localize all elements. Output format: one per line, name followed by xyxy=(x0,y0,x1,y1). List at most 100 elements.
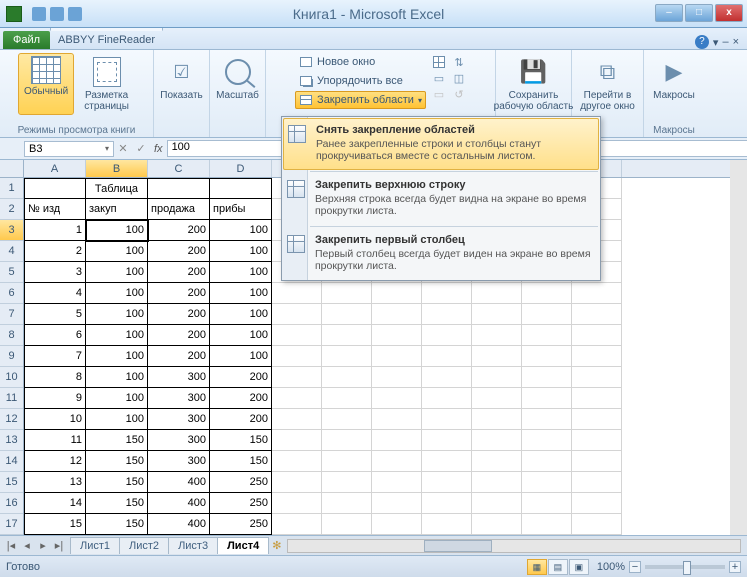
cell-A6[interactable]: 4 xyxy=(24,283,86,304)
cell-F10[interactable] xyxy=(322,367,372,388)
switch-windows-button[interactable]: ⧉ Перейти в другое окно xyxy=(574,53,641,115)
cell-I15[interactable] xyxy=(472,472,522,493)
cell-J14[interactable] xyxy=(522,451,572,472)
cell-K13[interactable] xyxy=(572,430,622,451)
cell-D8[interactable]: 100 xyxy=(210,325,272,346)
help-icon[interactable]: ? xyxy=(695,35,709,49)
save-workspace-button[interactable]: 💾 Сохранить рабочую область xyxy=(488,53,580,115)
cell-C4[interactable]: 200 xyxy=(148,241,210,262)
split-icon[interactable] xyxy=(433,56,445,68)
row-header-14[interactable]: 14 xyxy=(0,451,23,472)
col-header-C[interactable]: C xyxy=(148,160,210,177)
cell-E11[interactable] xyxy=(272,388,322,409)
cell-F8[interactable] xyxy=(322,325,372,346)
new-sheet-icon[interactable]: ✻ xyxy=(272,539,281,552)
cell-D5[interactable]: 100 xyxy=(210,262,272,283)
sheet-tab-1[interactable]: Лист2 xyxy=(119,537,169,554)
cell-E6[interactable] xyxy=(272,283,322,304)
cell-B10[interactable]: 100 xyxy=(86,367,148,388)
cell-I16[interactable] xyxy=(472,493,522,514)
cell-E7[interactable] xyxy=(272,304,322,325)
cell-J16[interactable] xyxy=(522,493,572,514)
new-window-button[interactable]: Новое окно xyxy=(295,53,426,71)
cell-D4[interactable]: 100 xyxy=(210,241,272,262)
qat-redo-icon[interactable] xyxy=(68,7,82,21)
cell-H12[interactable] xyxy=(422,409,472,430)
hide-icon[interactable]: ▭ xyxy=(432,71,446,85)
cell-E17[interactable] xyxy=(272,514,322,535)
zoom-slider[interactable] xyxy=(645,565,725,569)
col-header-A[interactable]: A xyxy=(24,160,86,177)
cell-I9[interactable] xyxy=(472,346,522,367)
cell-D17[interactable]: 250 xyxy=(210,514,272,535)
sheet-tab-2[interactable]: Лист3 xyxy=(168,537,218,554)
cell-B1[interactable]: Таблица xyxy=(86,178,148,199)
cell-B16[interactable]: 150 xyxy=(86,493,148,514)
sheet-nav-last-icon[interactable]: ▸| xyxy=(52,539,66,552)
zoom-button[interactable]: Масштаб xyxy=(210,53,265,104)
cell-K6[interactable] xyxy=(572,283,622,304)
cell-C16[interactable]: 400 xyxy=(148,493,210,514)
cell-E14[interactable] xyxy=(272,451,322,472)
cell-J17[interactable] xyxy=(522,514,572,535)
row-header-11[interactable]: 11 xyxy=(0,388,23,409)
cell-K11[interactable] xyxy=(572,388,622,409)
cell-K16[interactable] xyxy=(572,493,622,514)
arrange-all-button[interactable]: Упорядочить все xyxy=(295,72,426,90)
cell-J8[interactable] xyxy=(522,325,572,346)
cell-A9[interactable]: 7 xyxy=(24,346,86,367)
cell-B5[interactable]: 100 xyxy=(86,262,148,283)
cell-J6[interactable] xyxy=(522,283,572,304)
view-normal-button[interactable]: Обычный xyxy=(18,53,74,115)
cell-E12[interactable] xyxy=(272,409,322,430)
cell-E15[interactable] xyxy=(272,472,322,493)
cell-B14[interactable]: 150 xyxy=(86,451,148,472)
row-header-12[interactable]: 12 xyxy=(0,409,23,430)
cell-D1[interactable] xyxy=(210,178,272,199)
cell-G12[interactable] xyxy=(372,409,422,430)
rib-close-icon[interactable]: × xyxy=(733,36,739,48)
cell-J15[interactable] xyxy=(522,472,572,493)
cell-I10[interactable] xyxy=(472,367,522,388)
cell-C17[interactable]: 400 xyxy=(148,514,210,535)
cell-G16[interactable] xyxy=(372,493,422,514)
cell-F16[interactable] xyxy=(322,493,372,514)
cell-A8[interactable]: 6 xyxy=(24,325,86,346)
cell-B9[interactable]: 100 xyxy=(86,346,148,367)
horizontal-scrollbar[interactable] xyxy=(287,539,741,553)
cell-K9[interactable] xyxy=(572,346,622,367)
row-header-4[interactable]: 4 xyxy=(0,241,23,262)
cell-A7[interactable]: 5 xyxy=(24,304,86,325)
cell-D14[interactable]: 150 xyxy=(210,451,272,472)
fx-icon[interactable]: fx xyxy=(154,143,163,155)
cell-A13[interactable]: 11 xyxy=(24,430,86,451)
select-all-corner[interactable] xyxy=(0,160,24,178)
cell-A16[interactable]: 14 xyxy=(24,493,86,514)
zoom-out-button[interactable]: − xyxy=(629,561,641,573)
cell-C15[interactable]: 400 xyxy=(148,472,210,493)
cell-G6[interactable] xyxy=(372,283,422,304)
cell-H16[interactable] xyxy=(422,493,472,514)
cell-H13[interactable] xyxy=(422,430,472,451)
cell-D16[interactable]: 250 xyxy=(210,493,272,514)
sheet-nav-next-icon[interactable]: ▸ xyxy=(36,539,50,552)
cell-C8[interactable]: 200 xyxy=(148,325,210,346)
freeze-panes-button[interactable]: Закрепить области ▾ xyxy=(295,91,426,109)
cell-C2[interactable]: продажа xyxy=(148,199,210,220)
cell-G13[interactable] xyxy=(372,430,422,451)
cell-F12[interactable] xyxy=(322,409,372,430)
cell-H15[interactable] xyxy=(422,472,472,493)
cell-J13[interactable] xyxy=(522,430,572,451)
row-header-7[interactable]: 7 xyxy=(0,304,23,325)
zoom-in-button[interactable]: + xyxy=(729,561,741,573)
cell-C3[interactable]: 200 xyxy=(148,220,210,241)
cell-A11[interactable]: 9 xyxy=(24,388,86,409)
cell-G17[interactable] xyxy=(372,514,422,535)
row-header-3[interactable]: 3 xyxy=(0,220,23,241)
cell-J10[interactable] xyxy=(522,367,572,388)
cell-I6[interactable] xyxy=(472,283,522,304)
row-header-10[interactable]: 10 xyxy=(0,367,23,388)
view-pagebreak-shortcut[interactable]: ▣ xyxy=(569,559,589,575)
cell-D7[interactable]: 100 xyxy=(210,304,272,325)
zoom-level[interactable]: 100% xyxy=(597,561,625,573)
